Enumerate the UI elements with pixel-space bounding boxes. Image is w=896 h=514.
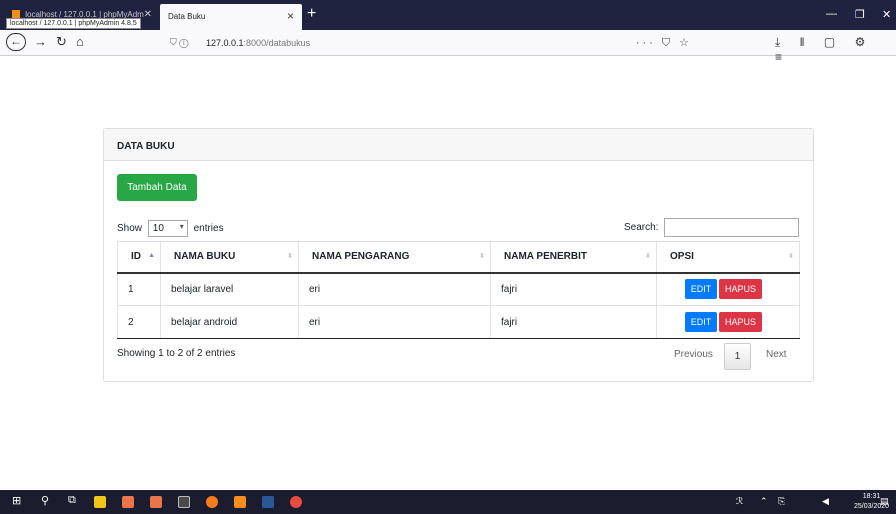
show-label: Show: [117, 223, 143, 235]
buku-table: ID ▲ NAMA BUKU ⬍ NAMA PENGARANG ⬍ NAMA PENE…: [117, 241, 800, 339]
cell-opsi: EDIT HAPUS: [656, 305, 800, 339]
search-input[interactable]: [664, 218, 800, 237]
reload-icon[interactable]: ↻: [56, 34, 67, 50]
sort-icon: ⬍: [645, 253, 651, 260]
url-text[interactable]: 127.0.0.1:8000/databukus: [206, 38, 310, 48]
show-entries-control: Show 10 ▾ entries: [117, 220, 224, 237]
cell-opsi: EDIT HAPUS: [656, 272, 800, 306]
card-title: DATA BUKU: [104, 129, 813, 161]
tray-chevron-icon[interactable]: ⌃: [760, 496, 768, 507]
task-view-icon[interactable]: ⧉: [68, 494, 76, 507]
cell-id: 1: [117, 272, 161, 306]
hapus-button[interactable]: HAPUS: [719, 279, 762, 300]
previous-button[interactable]: Previous: [674, 349, 713, 360]
cell-nama-buku: belajar laravel: [160, 272, 299, 306]
sort-icon: ⬍: [479, 253, 485, 260]
search-control: Search:: [624, 218, 800, 237]
home-icon[interactable]: ⌂: [76, 34, 84, 49]
close-tab-icon[interactable]: ×: [287, 9, 294, 23]
chrome-icon[interactable]: [290, 496, 302, 508]
tambah-data-button[interactable]: Tambah Data: [117, 174, 197, 201]
firefox-icon[interactable]: [206, 496, 218, 508]
table-info: Showing 1 to 2 of 2 entries: [117, 348, 236, 359]
new-tab-icon[interactable]: +: [307, 5, 316, 23]
sort-asc-icon: ▲: [148, 252, 155, 259]
windows-start-icon[interactable]: ⊞: [12, 494, 21, 507]
sort-icon: ⬍: [788, 253, 794, 260]
windows-taskbar: ⊞ ⚲ ⧉ ℛ ⌃ ⎘ ◀ 18:31 25/03/2020 ▤: [0, 490, 896, 514]
page-actions-icon[interactable]: ··· ⛉ ☆: [636, 36, 692, 50]
column-header-nama-pengarang[interactable]: NAMA PENGARANG ⬍: [298, 241, 491, 274]
url-bar[interactable]: ⛉ ⓘ 127.0.0.1:8000/databukus ··· ⛉ ☆: [160, 33, 702, 53]
next-button[interactable]: Next: [766, 349, 787, 360]
cell-pengarang: eri: [298, 305, 491, 339]
cell-nama-buku: belajar android: [160, 305, 299, 339]
toolbar-icons[interactable]: ⤓ ‖ ▢ ⚙ ≡: [775, 35, 896, 64]
table-row: 2 belajar android eri fajri EDIT HAPUS: [117, 305, 800, 339]
forward-icon[interactable]: →: [34, 34, 47, 49]
tab-tooltip: localhost / 127.0.0.1 | phpMyAdmin 4.8.5: [6, 18, 141, 29]
entries-label: entries: [193, 223, 224, 235]
people-icon[interactable]: ℛ: [736, 496, 743, 507]
chevron-down-icon: ▾: [179, 222, 184, 231]
tab-title: Data Buku: [168, 12, 206, 21]
xampp-control-icon[interactable]: [150, 496, 162, 508]
file-explorer-icon[interactable]: [94, 496, 106, 508]
hapus-button[interactable]: HAPUS: [719, 312, 762, 332]
data-buku-card: DATA BUKU Tambah Data Show 10 ▾ entries …: [103, 128, 814, 382]
restore-icon[interactable]: ❐: [855, 8, 865, 21]
xampp-icon[interactable]: [122, 496, 134, 508]
tab-data-buku[interactable]: Data Buku ×: [160, 4, 302, 30]
volume-icon[interactable]: ◀: [822, 496, 829, 507]
word-icon[interactable]: [262, 496, 274, 508]
notifications-icon[interactable]: ▤: [880, 496, 889, 507]
back-icon[interactable]: ←: [6, 33, 26, 51]
terminal-icon[interactable]: [178, 496, 190, 508]
column-header-nama-buku[interactable]: NAMA BUKU ⬍: [160, 241, 299, 274]
edit-button[interactable]: EDIT: [685, 279, 717, 300]
column-header-opsi[interactable]: OPSI ⬍: [656, 241, 800, 274]
cell-penerbit: fajri: [490, 305, 657, 339]
edit-button[interactable]: EDIT: [685, 312, 717, 332]
sort-icon: ⬍: [287, 253, 293, 260]
column-header-id[interactable]: ID ▲: [117, 241, 161, 274]
column-header-nama-penerbit[interactable]: NAMA PENERBIT ⬍: [490, 241, 657, 274]
table-row: 1 belajar laravel eri fajri EDIT HAPUS: [117, 272, 800, 306]
phpmyadmin-favicon-icon: [12, 10, 20, 18]
cell-penerbit: fajri: [490, 272, 657, 306]
network-icon[interactable]: ⎘: [778, 496, 785, 507]
sublime-text-icon[interactable]: [234, 496, 246, 508]
navigation-bar: ← → ↻ ⌂ ⛉ ⓘ 127.0.0.1:8000/databukus ···…: [0, 30, 896, 64]
site-info-icon[interactable]: ⛉ ⓘ: [170, 37, 188, 48]
close-window-icon[interactable]: ✕: [882, 8, 891, 21]
cell-id: 2: [117, 305, 161, 339]
cell-pengarang: eri: [298, 272, 491, 306]
entries-select[interactable]: 10 ▾: [147, 220, 188, 237]
close-tab-icon[interactable]: ✕: [144, 9, 152, 20]
minimize-icon[interactable]: —: [826, 8, 837, 20]
page-1-button[interactable]: 1: [724, 343, 751, 370]
search-label: Search:: [624, 222, 659, 233]
search-icon[interactable]: ⚲: [41, 494, 49, 507]
